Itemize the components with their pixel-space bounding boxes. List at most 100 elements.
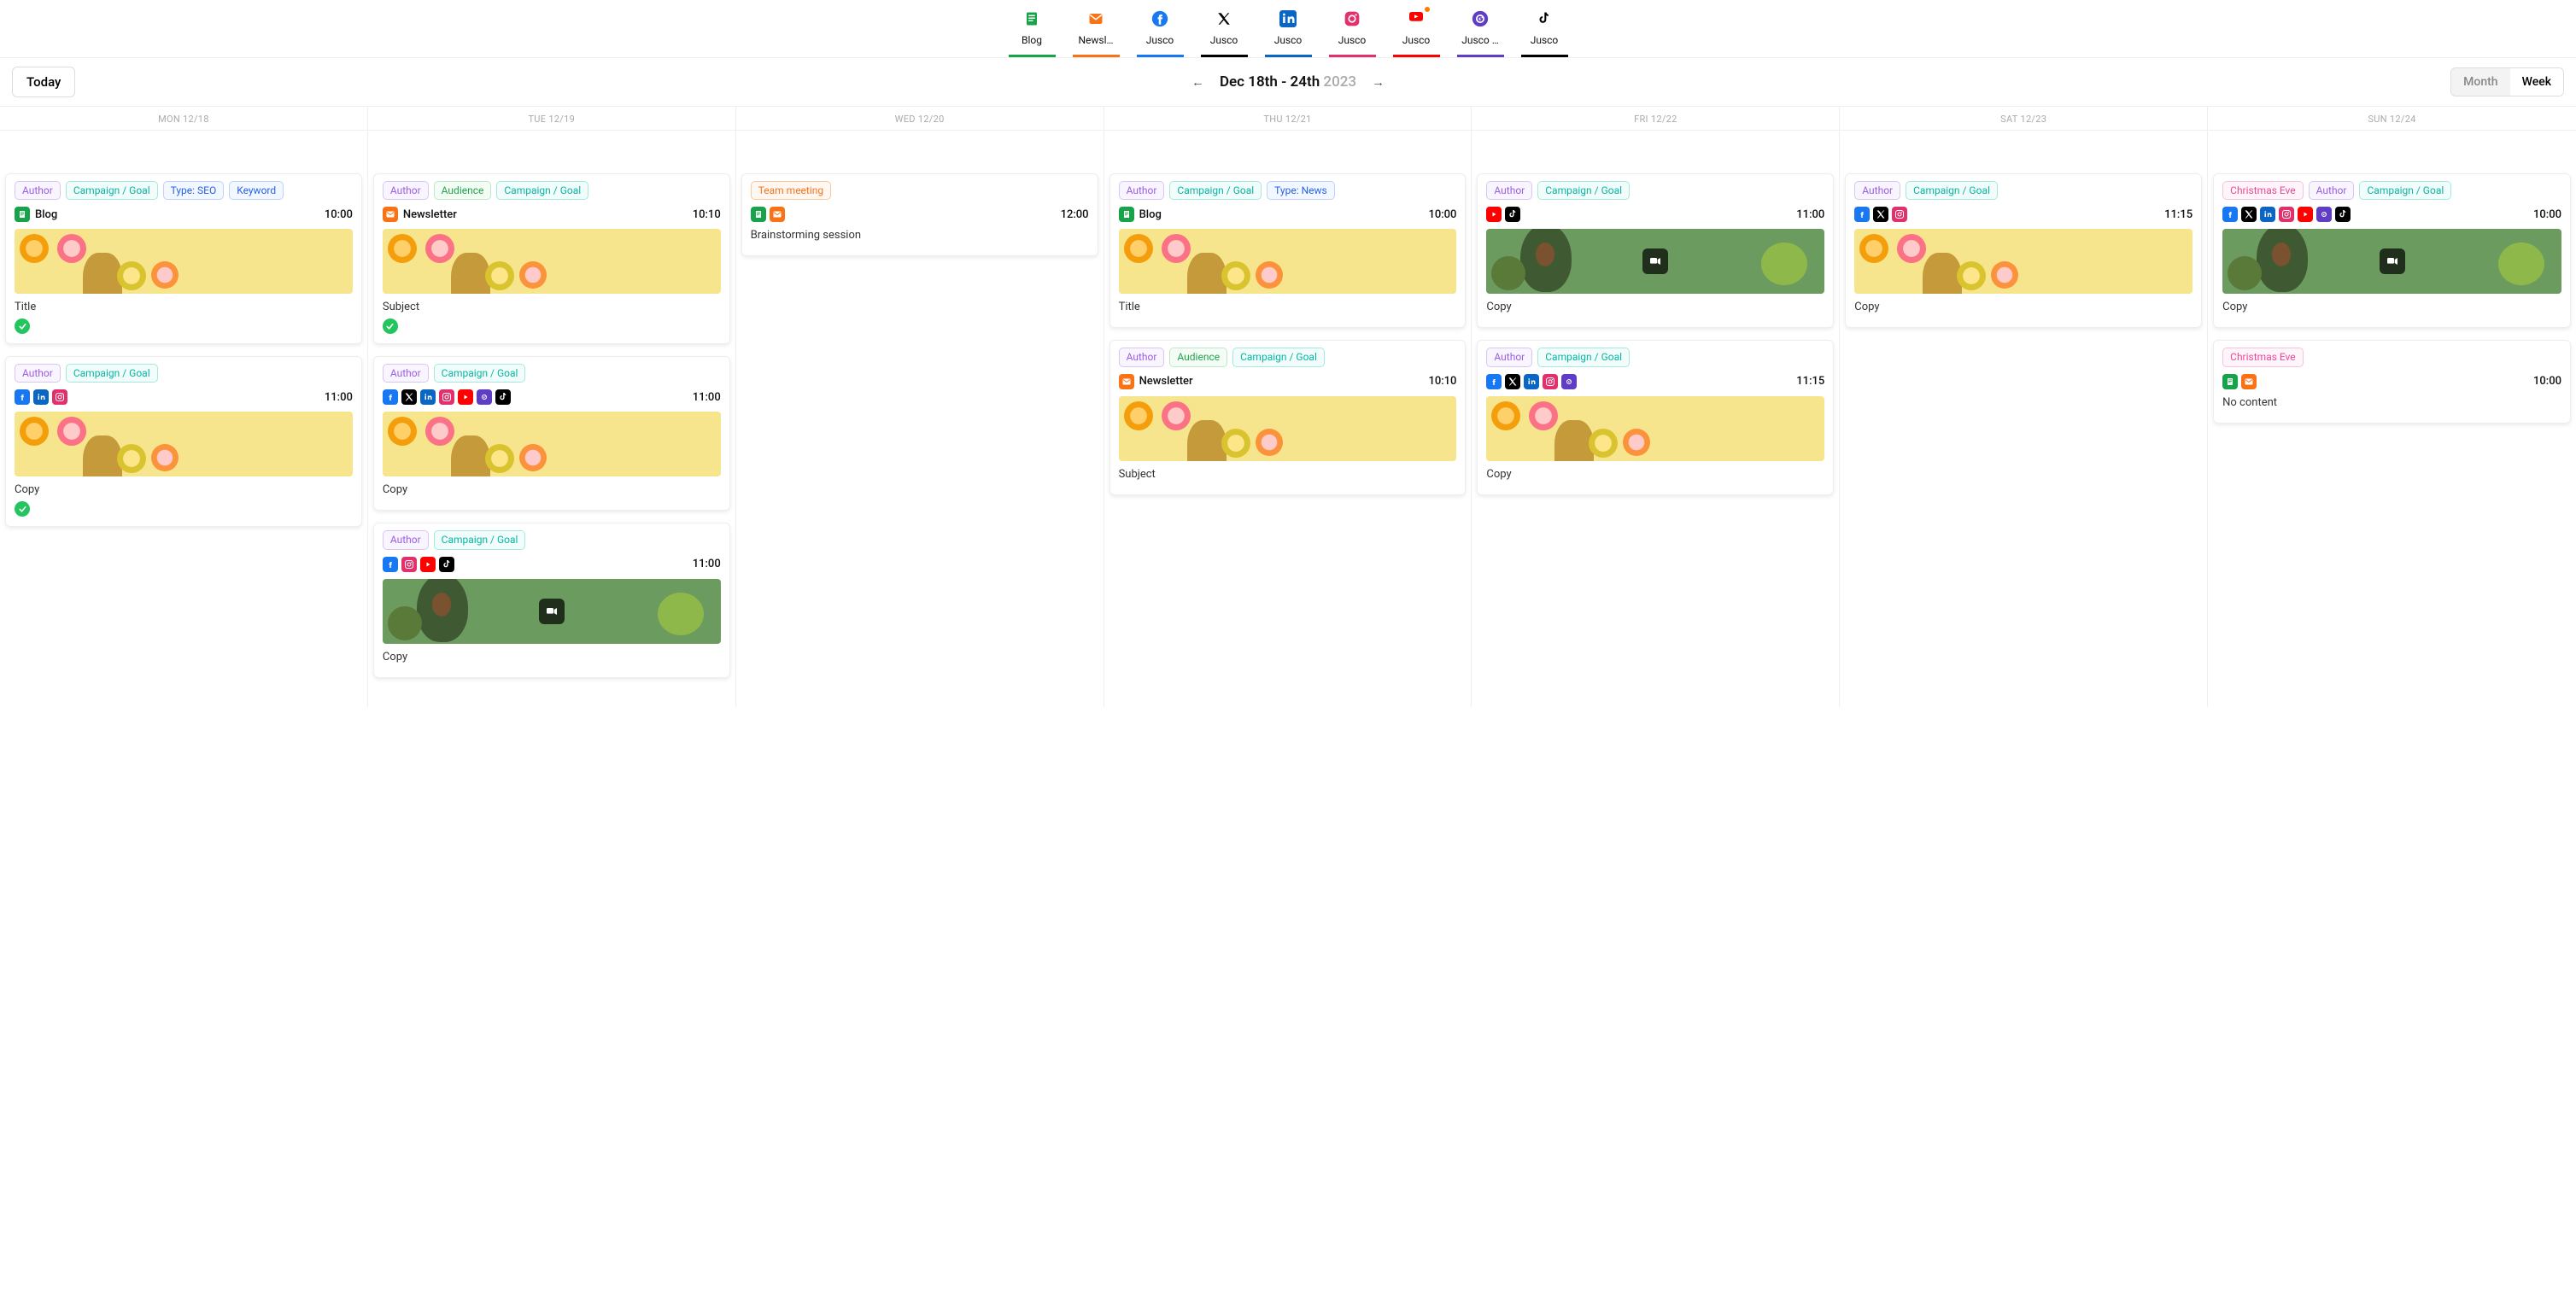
content-card[interactable]: AuthorCampaign / Goal11:00Copy (373, 523, 730, 677)
instagram-icon (1543, 374, 1558, 389)
chip-campaign: Campaign / Goal (1169, 181, 1262, 200)
platform-icons (2222, 374, 2257, 389)
channel-label: Blog (1009, 34, 1056, 46)
channel-tab-youtube[interactable]: Jusco (1393, 9, 1440, 57)
chip-author: Author (15, 364, 61, 383)
content-card[interactable]: AuthorCampaign / GoalType: NewsBlog10:00… (1109, 173, 1467, 328)
card-meta-row: Newsletter10:10 (1119, 374, 1457, 389)
channel-tab-facebook[interactable]: Jusco (1137, 9, 1184, 57)
channel-tab-tiktok[interactable]: Jusco (1521, 9, 1568, 57)
x-icon (1873, 207, 1888, 222)
day-column: WED 12/20Team meeting12:00Brainstorming … (736, 107, 1104, 707)
content-type-label: Newsletter (1139, 375, 1193, 388)
content-type-label: Newsletter (403, 208, 457, 221)
chip-row: Team meeting (751, 181, 1089, 200)
channel-label: Jusco (1137, 34, 1184, 46)
content-card[interactable]: AuthorCampaign / Goal11:00Copy (373, 356, 730, 511)
chip-row: Christmas Eve (2222, 348, 2561, 366)
chip-row: Christmas EveAuthorCampaign / Goal (2222, 181, 2561, 200)
today-button[interactable]: Today (12, 67, 75, 97)
content-card[interactable]: AuthorAudienceCampaign / GoalNewsletter1… (1109, 340, 1467, 494)
content-card[interactable]: AuthorCampaign / Goal11:15Copy (1477, 340, 1834, 494)
chip-row: AuthorCampaign / Goal (15, 364, 353, 383)
day-column: TUE 12/19AuthorAudienceCampaign / GoalNe… (368, 107, 736, 707)
channel-tab-x[interactable]: Jusco (1201, 9, 1248, 57)
card-thumbnail (15, 412, 353, 476)
chip-author: Author (1486, 181, 1532, 200)
prev-arrow-icon[interactable]: ← (1191, 74, 1204, 90)
content-card[interactable]: Christmas EveAuthorCampaign / Goal 10:00 C… (2213, 173, 2571, 328)
month-view-button[interactable]: Month (2451, 68, 2509, 96)
channel-tab-newsletter[interactable]: Newsl… (1073, 9, 1120, 57)
instagram-icon (401, 557, 417, 572)
blog-icon (15, 207, 30, 222)
week-view-button[interactable]: Week (2510, 68, 2563, 96)
channel-tab-gmb[interactable]: Jusco … (1457, 9, 1504, 57)
linkedin-icon (2260, 207, 2275, 222)
chip-row: AuthorAudienceCampaign / Goal (383, 181, 721, 200)
chip-author: Author (1854, 181, 1900, 200)
next-arrow-icon[interactable]: → (1372, 74, 1385, 90)
youtube-icon (458, 389, 473, 405)
card-meta-row: 11:00 (383, 557, 721, 572)
instagram-icon (1342, 9, 1362, 29)
notification-dot (1425, 7, 1430, 12)
day-column: FRI 12/22AuthorCampaign / Goal11:00CopyA… (1472, 107, 1840, 707)
instagram-icon (1892, 207, 1907, 222)
day-header: THU 12/21 (1104, 107, 1472, 131)
blog-icon (751, 207, 766, 222)
content-card[interactable]: Christmas Eve10:00No content (2213, 340, 2571, 423)
content-card[interactable]: AuthorCampaign / Goal11:00Copy (5, 356, 362, 527)
card-meta-row: 11:00 (1486, 207, 1824, 222)
card-title: Subject (383, 301, 721, 313)
card-meta-row: 11:15 (1854, 207, 2193, 222)
content-card[interactable]: AuthorCampaign / Goal11:00Copy (1477, 173, 1834, 328)
channel-label: Jusco (1201, 34, 1248, 46)
instagram-icon (439, 389, 454, 405)
platform-icons (2222, 207, 2351, 222)
youtube-icon (2298, 207, 2313, 222)
card-thumbnail (15, 229, 353, 294)
card-thumbnail (1119, 229, 1457, 294)
approved-check-icon (383, 319, 398, 334)
youtube-icon (1406, 9, 1426, 29)
content-type-label: Blog (1139, 208, 1162, 221)
platform-icons (1486, 207, 1520, 222)
chip-author: Author (1119, 181, 1165, 200)
card-title: Title (1119, 301, 1457, 313)
facebook-icon (2222, 207, 2238, 222)
linkedin-icon (33, 389, 49, 405)
card-meta-row: 11:00 (383, 389, 721, 405)
blog-icon (1022, 9, 1042, 29)
card-title: Copy (1486, 468, 1824, 481)
card-meta-row: 11:15 (1486, 374, 1824, 389)
chip-audience: Audience (1169, 348, 1227, 366)
content-card[interactable]: Team meeting12:00Brainstorming session (741, 173, 1098, 256)
card-time: 11:00 (693, 558, 721, 570)
content-card[interactable]: AuthorCampaign / Goal11:15Copy (1845, 173, 2202, 328)
tiktok-icon (1505, 207, 1520, 222)
channel-tab-blog[interactable]: Blog (1009, 9, 1056, 57)
x-icon (2241, 207, 2257, 222)
channel-tab-linkedin[interactable]: Jusco (1265, 9, 1312, 57)
tiktok-icon (495, 389, 511, 405)
x-icon (1505, 374, 1520, 389)
card-meta-row: 10:00 (2222, 207, 2561, 222)
approved-check-icon (15, 319, 30, 334)
card-time: 10:00 (2533, 208, 2561, 221)
card-time: 10:00 (2533, 375, 2561, 388)
card-thumbnail (383, 412, 721, 476)
content-card[interactable]: AuthorCampaign / GoalType: SEOKeywordBlo… (5, 173, 362, 344)
video-play-icon (539, 599, 565, 624)
card-title: Copy (2222, 301, 2561, 313)
youtube-icon (420, 557, 436, 572)
card-time: 11:00 (325, 391, 353, 404)
channel-tab-instagram[interactable]: Jusco (1329, 9, 1376, 57)
card-thumbnail (383, 579, 721, 644)
card-meta-row: Blog10:00 (15, 207, 353, 222)
card-time: 10:00 (1428, 208, 1456, 221)
chip-campaign: Campaign / Goal (1232, 348, 1325, 366)
chip-campaign: Campaign / Goal (66, 181, 158, 200)
chip-row: AuthorCampaign / Goal (1486, 181, 1824, 200)
content-card[interactable]: AuthorAudienceCampaign / GoalNewsletter1… (373, 173, 730, 344)
